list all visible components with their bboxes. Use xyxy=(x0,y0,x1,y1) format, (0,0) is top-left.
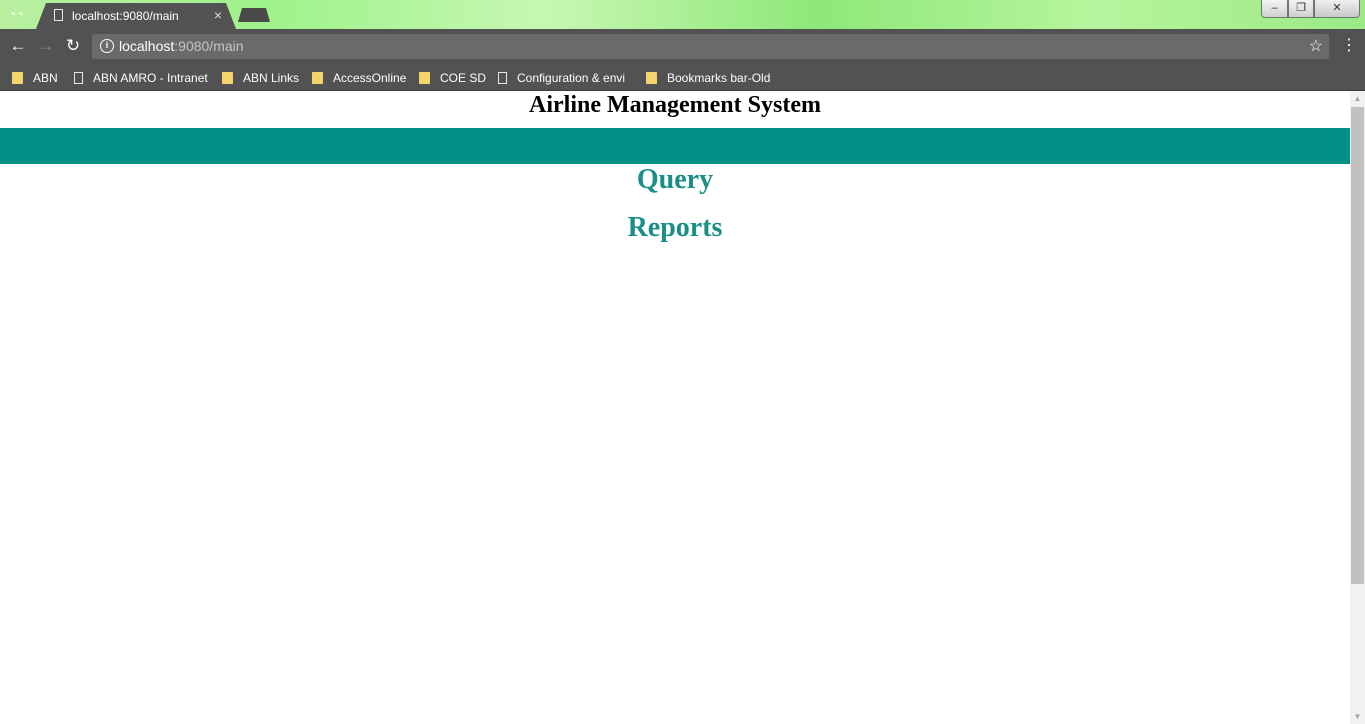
folder-icon xyxy=(312,72,323,84)
bookmark-label: ABN AMRO - Intranet xyxy=(93,71,208,85)
bookmark-coe-sd[interactable]: COE SD xyxy=(419,69,487,87)
close-window-button[interactable]: ✕ xyxy=(1314,0,1360,18)
url-path: :9080/main xyxy=(174,38,244,54)
address-bar[interactable]: i localhost:9080/main ☆ xyxy=(92,34,1329,59)
back-arrow-icon[interactable]: ← xyxy=(8,36,28,56)
page-title: Airline Management System xyxy=(529,92,821,118)
url-text[interactable]: localhost:9080/main xyxy=(119,38,244,54)
page-icon xyxy=(74,72,83,84)
bookmark-configuration[interactable]: Configuration & envi xyxy=(498,69,632,87)
scroll-down-arrow-icon[interactable]: ▼ xyxy=(1350,709,1365,724)
bookmark-label: AccessOnline xyxy=(333,71,407,85)
bookmark-label: Configuration & envi xyxy=(517,71,626,85)
scroll-up-arrow-icon[interactable]: ▲ xyxy=(1350,91,1365,106)
bookmark-label: ABN xyxy=(33,71,58,85)
bookmark-label: Bookmarks bar-Old xyxy=(667,71,771,85)
browser-toolbar: ← → ↻ i localhost:9080/main ☆ ⋮ xyxy=(0,29,1365,64)
page-viewport: Airline Management System Query Reports xyxy=(0,91,1350,724)
bookmarks-bar: ABN ABN AMRO - Intranet ABN Links Access… xyxy=(0,64,1365,91)
folder-icon xyxy=(646,72,657,84)
bookmark-label: COE SD xyxy=(440,71,487,85)
profile-icon[interactable]: ◔◔ xyxy=(6,5,26,23)
bookmark-star-icon[interactable]: ☆ xyxy=(1309,36,1323,56)
folder-icon xyxy=(12,72,23,84)
reports-link[interactable]: Reports xyxy=(0,212,1350,244)
page-icon xyxy=(498,72,507,84)
url-host: localhost xyxy=(119,38,175,54)
maximize-button[interactable]: ❐ xyxy=(1288,0,1314,18)
folder-icon xyxy=(419,72,430,84)
new-tab-button[interactable] xyxy=(238,8,270,22)
minimize-button[interactable]: – xyxy=(1261,0,1288,18)
browser-menu-icon[interactable]: ⋮ xyxy=(1341,36,1357,56)
info-icon[interactable]: i xyxy=(100,39,114,53)
scroll-thumb[interactable] xyxy=(1351,107,1364,584)
browser-tab[interactable]: localhost:9080/main × xyxy=(36,3,236,29)
bookmark-abn-links[interactable]: ABN Links xyxy=(222,69,302,87)
bookmark-label: ABN Links xyxy=(243,71,300,85)
bookmark-bookmarks-bar-old[interactable]: Bookmarks bar-Old xyxy=(646,69,776,87)
browser-title-bar: ◔◔ localhost:9080/main × xyxy=(0,0,1365,29)
bookmark-abn[interactable]: ABN xyxy=(12,69,62,87)
query-link[interactable]: Query xyxy=(0,164,1350,196)
page-icon xyxy=(54,9,63,21)
close-tab-icon[interactable]: × xyxy=(214,7,222,23)
tab-title: localhost:9080/main xyxy=(72,9,179,23)
forward-arrow-icon[interactable]: → xyxy=(36,36,56,56)
folder-icon xyxy=(222,72,233,84)
reload-icon[interactable]: ↻ xyxy=(63,36,83,56)
bookmark-accessonline[interactable]: AccessOnline xyxy=(312,69,408,87)
vertical-scrollbar[interactable]: ▲ ▼ xyxy=(1350,91,1365,724)
bookmark-abn-amro-intranet[interactable]: ABN AMRO - Intranet xyxy=(74,69,208,87)
header-banner xyxy=(0,128,1350,164)
